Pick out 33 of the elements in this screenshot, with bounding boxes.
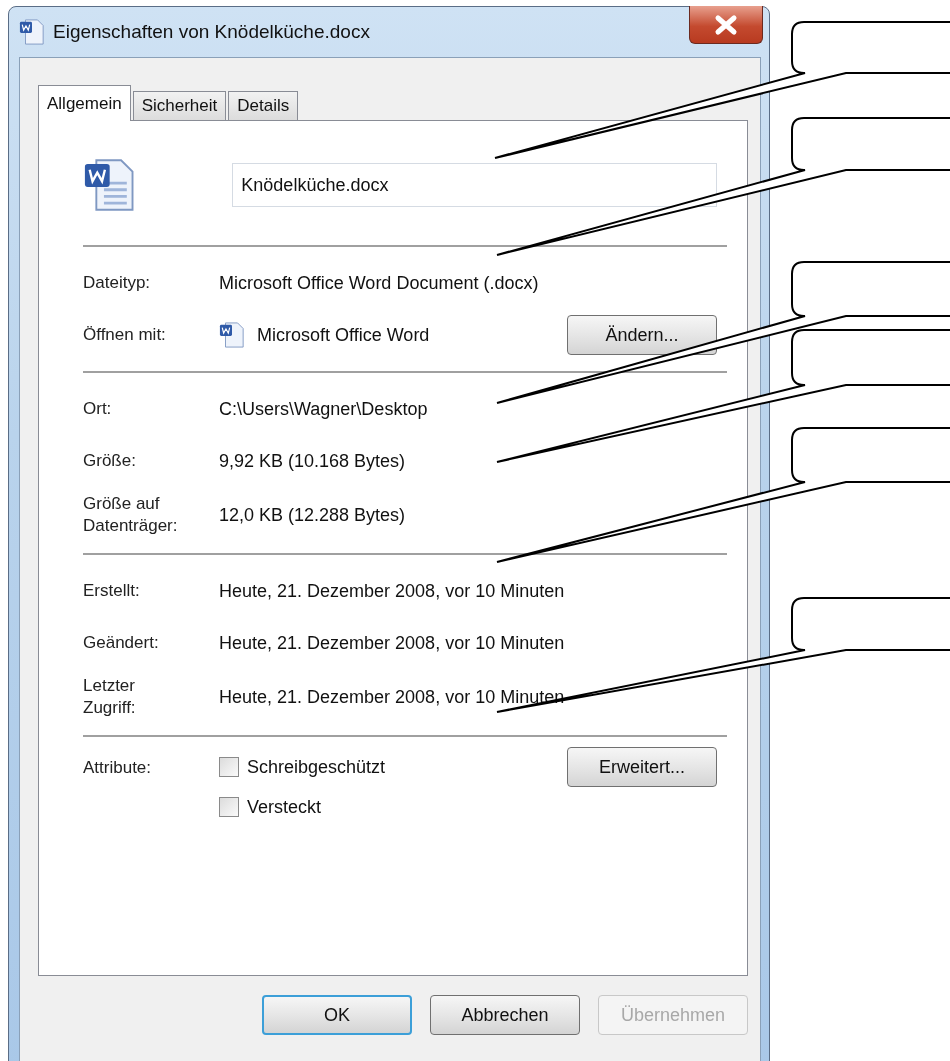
property-value: Heute, 21. Dezember 2008, vor 10 Minuten	[219, 632, 566, 654]
property-value: 12,0 KB (12.288 Bytes)	[219, 504, 407, 526]
property-value: Microsoft Office Word	[257, 324, 430, 346]
property-value: C:\Users\Wagner\Desktop	[219, 398, 429, 420]
property-label: Ort:	[83, 398, 113, 420]
checkbox[interactable]	[219, 757, 239, 777]
word-document-icon	[19, 19, 45, 45]
close-icon	[713, 13, 739, 36]
property-label: Größe:	[83, 450, 137, 472]
tab[interactable]: Sicherheit	[132, 91, 227, 121]
change-button[interactable]: Ändern...	[567, 315, 717, 355]
property-value: Microsoft Office Word Document (.docx)	[219, 272, 540, 294]
checkbox[interactable]	[219, 797, 239, 817]
property-label: Öffnen mit:	[83, 324, 167, 346]
tab[interactable]: Details	[228, 91, 299, 121]
advanced-button[interactable]: Erweitert...	[567, 747, 717, 787]
file-name-field[interactable]: Knödelküche.docx	[232, 163, 717, 207]
property-label: Größe auf Datenträger:	[83, 493, 179, 537]
checkbox-label: Versteckt	[247, 796, 322, 818]
property-label: Attribute:	[83, 757, 153, 779]
dialog-button[interactable]: OK	[262, 995, 412, 1035]
word-document-icon	[219, 322, 245, 348]
property-value: 9,92 KB (10.168 Bytes)	[219, 450, 407, 472]
checkbox-label: Schreibgeschützt	[247, 756, 386, 778]
tab[interactable]: Allgemein	[38, 85, 131, 121]
property-label: Letzter Zugriff:	[83, 675, 137, 719]
property-label: Dateityp:	[83, 272, 152, 294]
property-label: Geändert:	[83, 632, 160, 654]
dialog-button[interactable]: Abbrechen	[430, 995, 580, 1035]
property-label: Erstellt:	[83, 580, 141, 602]
property-value: Heute, 21. Dezember 2008, vor 10 Minuten	[219, 580, 566, 602]
close-button[interactable]	[689, 6, 763, 44]
window-title: Eigenschaften von Knödelküche.docx	[53, 21, 370, 43]
